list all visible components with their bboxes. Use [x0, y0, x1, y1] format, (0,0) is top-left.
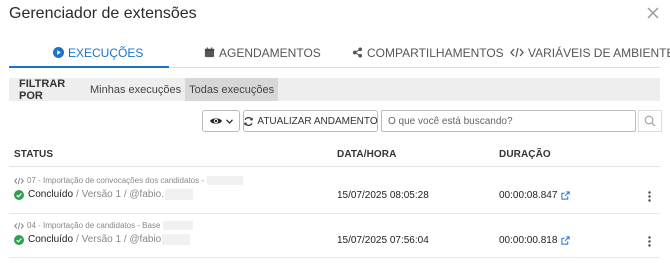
play-circle-icon — [53, 47, 64, 58]
tab-compartilhamentos[interactable]: COMPARTILHAMENTOS — [352, 38, 504, 67]
tab-label: COMPARTILHAMENTOS — [367, 45, 504, 60]
search-icon — [644, 115, 656, 127]
column-header-duration: DURAÇÃO — [499, 149, 551, 160]
redacted-text — [207, 176, 243, 185]
filter-minhas-execucoes[interactable]: Minhas execuções — [86, 78, 185, 101]
column-header-status: STATUS — [14, 149, 54, 160]
execution-duration: 00:00:00.818 — [499, 235, 570, 246]
redacted-text — [165, 189, 194, 200]
execution-status: Concluído / Versão 1 / @fabio. — [14, 189, 194, 200]
refresh-progress-button[interactable]: ATUALIZAR ANDAMENTO — [243, 110, 378, 132]
tab-label: VARIÁVEIS DE AMBIENTE — [528, 45, 670, 60]
search-input[interactable] — [381, 110, 636, 132]
execution-datetime: 15/07/2025 08:05:28 — [337, 190, 429, 201]
code-icon — [510, 47, 524, 58]
check-circle-icon — [14, 234, 24, 245]
execution-status: Concluído / Versão 1 / @fabio — [14, 234, 191, 245]
extension-name-text: 04 - Importação de candidatos - Base — [27, 221, 161, 230]
code-icon — [14, 177, 24, 185]
filter-bar: FILTRAR POR Minhas execuções Todas execu… — [9, 77, 660, 102]
table-header-divider — [9, 166, 660, 167]
view-options-button[interactable] — [202, 110, 240, 132]
duration-text: 00:00:08.847 — [499, 190, 558, 201]
external-link-icon[interactable] — [561, 236, 570, 245]
share-icon — [352, 47, 363, 58]
calendar-icon — [204, 47, 215, 58]
row-divider — [9, 257, 660, 258]
tab-agendamentos[interactable]: AGENDAMENTOS — [204, 38, 321, 67]
extension-name: 04 - Importação de candidatos - Base — [14, 221, 194, 230]
status-text: Concluído — [28, 234, 74, 245]
table-row[interactable]: 07 - Importação de convocações dos candi… — [9, 173, 660, 217]
tab-variaveis-de-ambiente[interactable]: VARIÁVEIS DE AMBIENTE — [510, 38, 670, 67]
more-options-icon[interactable] — [643, 189, 655, 203]
check-circle-icon — [14, 189, 24, 200]
execution-duration: 00:00:08.847 — [499, 190, 570, 201]
version-author: / Versão 1 / @fabio. — [76, 189, 165, 200]
tab-execucoes[interactable]: EXECUÇÕES — [53, 38, 143, 67]
chevron-down-icon — [226, 118, 233, 124]
table-row[interactable]: 04 - Importação de candidatos - Base Con… — [9, 218, 660, 262]
column-header-datetime: DATA/HORA — [337, 149, 397, 160]
execution-datetime: 15/07/2025 07:56:04 — [337, 235, 429, 246]
tab-bar: EXECUÇÕES AGENDAMENTOS COMPARTILHAMENTOS… — [9, 38, 670, 68]
tab-label: AGENDAMENTOS — [219, 45, 321, 60]
filter-label: FILTRAR POR — [19, 77, 66, 102]
status-text: Concluído — [28, 189, 74, 200]
close-icon[interactable] — [646, 6, 660, 20]
refresh-label: ATUALIZAR ANDAMENTO — [257, 115, 378, 127]
more-options-icon[interactable] — [643, 234, 655, 248]
active-tab-indicator — [9, 66, 169, 68]
code-icon — [14, 222, 24, 230]
duration-text: 00:00:00.818 — [499, 235, 558, 246]
refresh-icon — [243, 116, 254, 127]
external-link-icon[interactable] — [561, 191, 570, 200]
extension-name: 07 - Importação de convocações dos candi… — [14, 176, 243, 185]
redacted-text — [162, 234, 191, 245]
version-author: / Versão 1 / @fabio — [76, 234, 162, 245]
dialog-title: Gerenciador de extensões — [9, 5, 197, 22]
search-button[interactable] — [638, 110, 662, 132]
extension-name-text: 07 - Importação de convocações dos candi… — [27, 176, 204, 185]
tab-label: EXECUÇÕES — [68, 45, 144, 60]
filter-todas-execucoes[interactable]: Todas execuções — [185, 78, 279, 101]
row-divider — [9, 213, 660, 214]
redacted-text — [163, 221, 194, 230]
eye-icon — [209, 116, 223, 126]
extension-manager-dialog: Gerenciador de extensões EXECUÇÕES AGEND… — [0, 0, 670, 263]
